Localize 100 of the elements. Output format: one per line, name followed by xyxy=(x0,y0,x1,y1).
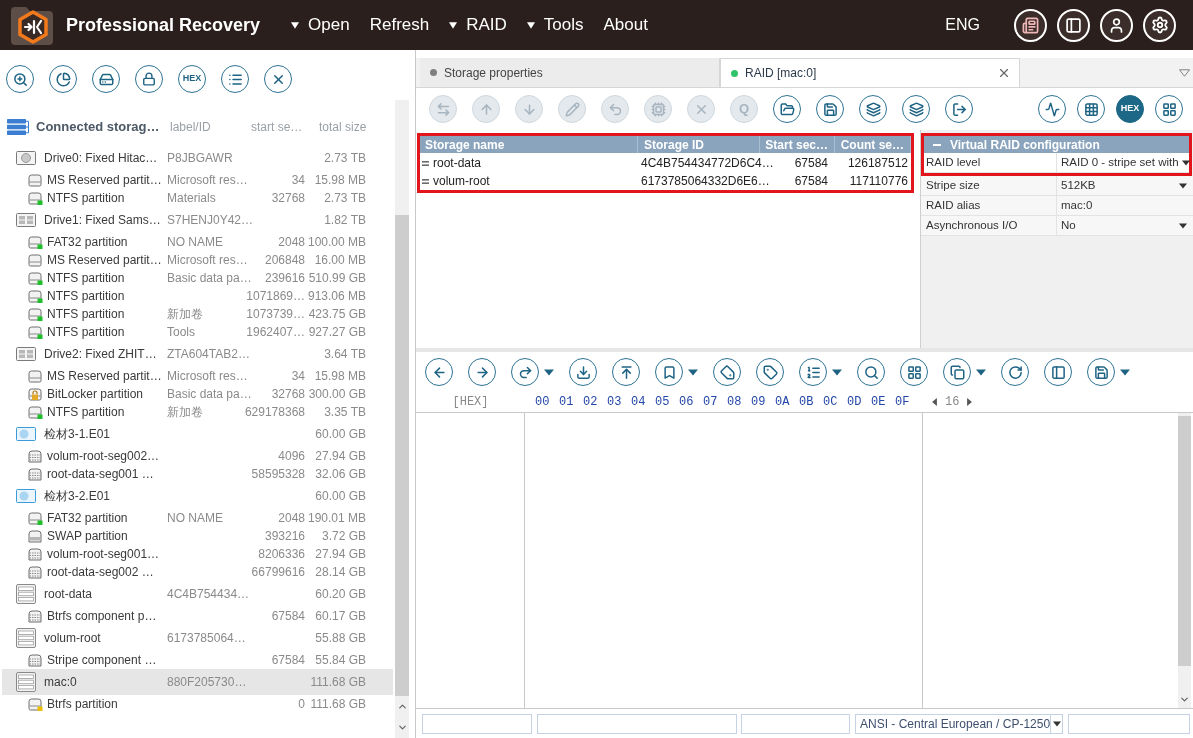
toolbar-button[interactable] xyxy=(1155,95,1183,123)
tree-row[interactable]: 检材3-2.E01 60.00 GB xyxy=(2,483,393,509)
caret-left-icon[interactable] xyxy=(932,398,937,406)
caret-down-icon[interactable] xyxy=(976,368,986,376)
toolbar-button[interactable] xyxy=(900,358,928,386)
toolbar-button[interactable] xyxy=(468,358,496,386)
toolbar-button[interactable] xyxy=(816,95,844,123)
tree-row[interactable]: Drive1: Fixed Sams… S7HENJ0Y42… 1.82 TB xyxy=(2,207,393,233)
property-value[interactable]: mac:0 xyxy=(1061,196,1187,215)
caret-down-icon[interactable] xyxy=(688,368,698,376)
tree-row[interactable]: volum-root-seg001… 8206336 27.94 GB xyxy=(2,545,393,563)
toolbar-button[interactable] xyxy=(569,358,597,386)
tree-row[interactable]: NTFS partition 新加卷 629178368 3.35 TB xyxy=(2,403,393,421)
toolbar-button[interactable] xyxy=(1038,95,1066,123)
menu-item[interactable]: Refresh xyxy=(369,10,430,40)
menu-item[interactable]: About xyxy=(603,10,648,40)
caret-down-icon[interactable] xyxy=(1179,222,1187,229)
caret-down-icon[interactable] xyxy=(1120,368,1130,376)
caret-down-icon[interactable] xyxy=(544,368,554,376)
messages-button[interactable] xyxy=(1014,8,1047,42)
toolbar-button[interactable] xyxy=(1001,358,1029,386)
scrollbar[interactable] xyxy=(1178,413,1191,708)
toolbar-button[interactable] xyxy=(425,358,453,386)
account-button[interactable] xyxy=(1100,8,1133,42)
tree-row[interactable]: NTFS partition Materials 32768 2.73 TB xyxy=(2,189,393,207)
tree-row[interactable]: BitLocker partition Basic data pa… 32768 300.00 GB xyxy=(2,385,393,403)
tree-row[interactable]: MS Reserved partit… Microsoft res… 34 15.98 MB xyxy=(2,171,393,189)
tree-row[interactable]: root-data 4C4B754434… 60.20 GB xyxy=(2,581,393,607)
language-selector[interactable]: ENG xyxy=(945,13,980,37)
encoding-dropdown[interactable]: ANSI - Central European / CP-1250 xyxy=(855,713,1063,734)
tree-row[interactable]: volum-root 6173785064… 55.88 GB xyxy=(2,625,393,651)
tree-row[interactable]: Stripe component … 67584 55.84 GB xyxy=(2,651,393,669)
chevron-down-icon[interactable] xyxy=(1179,694,1190,705)
toolbar-button[interactable] xyxy=(655,358,683,386)
tab[interactable]: Storage properties xyxy=(420,58,720,87)
tree-row[interactable]: Btrfs component p… 67584 60.17 GB xyxy=(2,607,393,625)
property-value[interactable]: 512KB xyxy=(1061,176,1176,195)
caret-right-icon[interactable] xyxy=(967,398,973,406)
toolbar-button[interactable]: HEX xyxy=(1116,95,1144,123)
tab[interactable]: RAID [mac:0] xyxy=(720,58,1020,87)
toolbar-button[interactable] xyxy=(221,65,249,93)
tree-row[interactable]: root-data-seg001 … 58595328 32.06 GB xyxy=(2,465,393,483)
table-cell-text: 67584 xyxy=(794,155,828,172)
menu-item[interactable]: RAID xyxy=(449,10,507,40)
tree-row[interactable]: volum-root-seg002… 4096 27.94 GB xyxy=(2,447,393,465)
chart-pie-icon xyxy=(55,71,71,87)
tree-row[interactable]: Drive0: Fixed Hitac… P8JBGAWR 2.73 TB xyxy=(2,145,393,171)
caret-down-icon[interactable] xyxy=(1181,159,1190,166)
menu-item[interactable]: Open xyxy=(291,10,350,40)
table-row[interactable]: volum-root 6173785064332D6E6… 67584 117110776 xyxy=(420,172,911,190)
toolbar-button[interactable] xyxy=(1077,95,1105,123)
toolbar-button[interactable] xyxy=(859,95,887,123)
tree-row[interactable]: root-data-seg002 … 66799616 28.14 GB xyxy=(2,563,393,581)
scroll-thumb[interactable] xyxy=(1178,416,1191,666)
toolbar-button[interactable] xyxy=(902,95,930,123)
scrollbar[interactable] xyxy=(395,100,409,738)
property-value[interactable]: RAID 0 - stripe set with xyxy=(1061,153,1179,172)
toolbar-button[interactable] xyxy=(945,95,973,123)
tree-row[interactable]: 检材3-1.E01 60.00 GB xyxy=(2,421,393,447)
tree-row[interactable]: NTFS partition Tools 1962407… 927.27 GB xyxy=(2,323,393,341)
toolbar-button[interactable] xyxy=(264,65,292,93)
panel-button[interactable] xyxy=(1057,8,1090,42)
tree-row[interactable]: FAT32 partition NO NAME 2048 190.01 MB xyxy=(2,509,393,527)
caret-down-icon[interactable] xyxy=(1179,182,1187,189)
toolbar-button[interactable] xyxy=(511,358,539,386)
table-row[interactable]: root-data 4C4B754434772D6C4… 67584 126187512 xyxy=(420,154,911,172)
property-value[interactable]: No xyxy=(1061,216,1176,235)
toolbar-button[interactable] xyxy=(756,358,784,386)
tree-row[interactable]: Btrfs partition 0 111.68 GB xyxy=(2,695,393,713)
settings-button[interactable] xyxy=(1143,8,1176,42)
tree-row[interactable]: NTFS partition 新加卷 1073739… 423.75 GB xyxy=(2,305,393,323)
toolbar-button[interactable] xyxy=(713,358,741,386)
tree-row[interactable]: NTFS partition 1071869… 913.06 MB xyxy=(2,287,393,305)
tree-row[interactable]: SWAP partition 393216 3.72 GB xyxy=(2,527,393,545)
toolbar-button[interactable] xyxy=(943,358,971,386)
tree-row[interactable]: Drive2: Fixed ZHIT… ZTA604TAB2… 3.64 TB xyxy=(2,341,393,367)
collapse-icon[interactable] xyxy=(933,143,941,146)
caret-down-icon[interactable] xyxy=(832,368,842,376)
chevron-down-icon[interactable] xyxy=(396,722,408,733)
toolbar-button[interactable] xyxy=(49,65,77,93)
drive-bays-icon xyxy=(16,213,36,227)
toolbar-button[interactable] xyxy=(1087,358,1115,386)
tree-row[interactable]: MS Reserved partit… Microsoft res… 34 15.98 MB xyxy=(2,367,393,385)
column-header[interactable]: Connected storag… xyxy=(36,117,160,137)
toolbar-button[interactable] xyxy=(1044,358,1072,386)
toolbar-button[interactable] xyxy=(799,358,827,386)
scroll-thumb[interactable] xyxy=(395,215,409,696)
toolbar-button[interactable]: HEX xyxy=(178,65,206,93)
close-icon[interactable] xyxy=(997,66,1011,80)
tree-row[interactable]: MS Reserved partit… Microsoft res… 206848 16.00 MB xyxy=(2,251,393,269)
tree-row[interactable]: mac:0 880F205730… 111.68 GB xyxy=(2,669,393,695)
tree-row[interactable]: NTFS partition Basic data pa… 239616 510.99 GB xyxy=(2,269,393,287)
tree-row[interactable]: FAT32 partition NO NAME 2048 100.00 MB xyxy=(2,233,393,251)
toolbar-button[interactable] xyxy=(857,358,885,386)
toolbar-button[interactable] xyxy=(92,65,120,93)
menu-item[interactable]: Tools xyxy=(526,10,584,40)
toolbar-button[interactable] xyxy=(612,358,640,386)
toolbar-button[interactable] xyxy=(135,65,163,93)
toolbar-button[interactable] xyxy=(773,95,801,123)
toolbar-button[interactable] xyxy=(6,65,34,93)
